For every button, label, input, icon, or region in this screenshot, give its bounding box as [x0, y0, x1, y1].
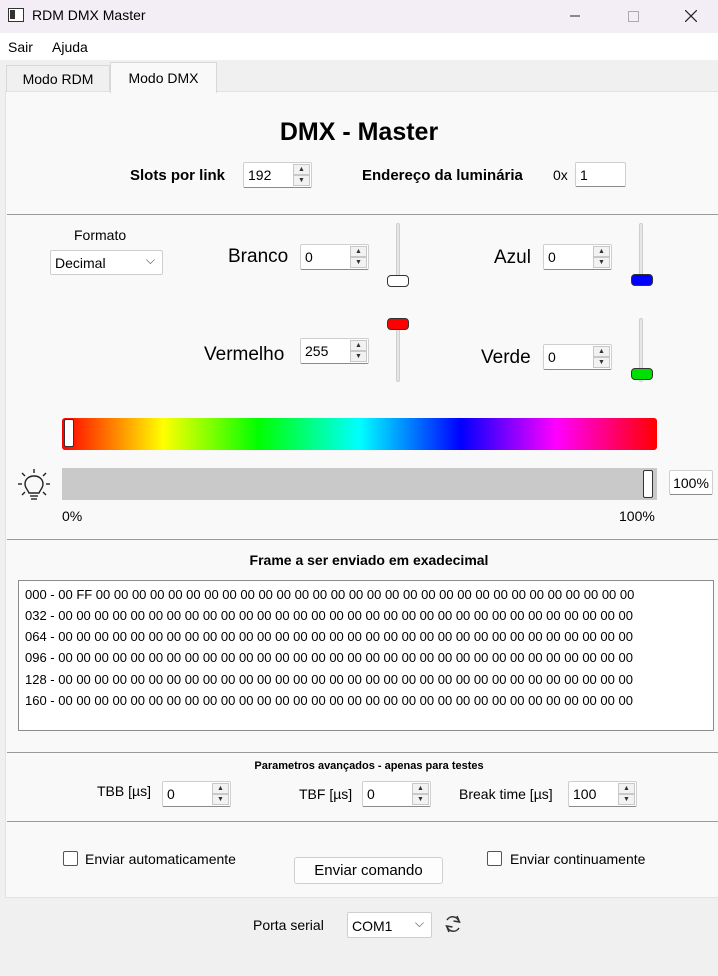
hex-line: 032 - 00 00 00 00 00 00 00 00 00 00 00 0…	[25, 608, 633, 623]
address-prefix: 0x	[553, 167, 568, 183]
send-command-button[interactable]: Enviar comando	[294, 857, 443, 884]
close-icon	[685, 10, 697, 22]
spin-down-icon[interactable]: ▼	[618, 794, 635, 805]
serial-port-value: COM1	[352, 918, 393, 934]
spin-up-icon[interactable]: ▲	[350, 246, 367, 257]
menu-ajuda[interactable]: Ajuda	[52, 39, 88, 55]
spin-up-icon[interactable]: ▲	[350, 340, 367, 351]
menu-bar: Sair Ajuda	[0, 33, 718, 60]
tbb-label: TBB [µs]	[97, 783, 151, 799]
refresh-icon[interactable]	[443, 914, 463, 934]
tbf-label: TBF [µs]	[299, 786, 353, 802]
close-button[interactable]	[668, 0, 714, 32]
spin-down-icon[interactable]: ▼	[412, 794, 429, 805]
green-slider-handle[interactable]	[631, 368, 653, 380]
green-spinbox[interactable]: 0 ▲ ▼	[543, 344, 612, 370]
chevron-down-icon: ⌵	[145, 253, 155, 267]
format-value: Decimal	[55, 255, 106, 271]
app-icon	[8, 8, 24, 22]
intensity-max-label: 100%	[619, 508, 655, 524]
tbf-spinbox[interactable]: 0 ▲ ▼	[362, 781, 431, 807]
maximize-icon	[627, 10, 639, 22]
divider	[7, 752, 718, 753]
advanced-title: Parametros avançados - apenas para teste…	[254, 760, 484, 772]
spin-up-icon[interactable]: ▲	[593, 246, 610, 257]
format-label: Formato	[74, 227, 127, 243]
spin-down-icon[interactable]: ▼	[350, 351, 367, 362]
break-spinbox[interactable]: 100 ▲ ▼	[568, 781, 637, 807]
hex-line: 000 - 00 FF 00 00 00 00 00 00 00 00 00 0…	[25, 587, 635, 602]
auto-send-checkbox[interactable]	[63, 851, 78, 866]
hue-slider[interactable]	[62, 418, 657, 450]
frame-hex-view[interactable]: 000 - 00 FF 00 00 00 00 00 00 00 00 00 0…	[18, 580, 714, 731]
hex-line: 096 - 00 00 00 00 00 00 00 00 00 00 00 0…	[25, 650, 633, 665]
auto-send-label[interactable]: Enviar automaticamente	[85, 851, 236, 867]
spin-down-icon[interactable]: ▼	[593, 257, 610, 268]
spin-down-icon[interactable]: ▼	[350, 257, 367, 268]
tab-strip: Modo RDM Modo DMX	[0, 60, 718, 93]
serial-port-select[interactable]: COM1 ⌵	[347, 912, 432, 938]
break-label: Break time [µs]	[459, 786, 553, 802]
red-value: 255	[305, 343, 329, 359]
intensity-input[interactable]: 100%	[669, 470, 713, 495]
intensity-slider-handle[interactable]	[643, 470, 653, 498]
menu-sair[interactable]: Sair	[8, 39, 33, 55]
tbb-spinbox[interactable]: 0 ▲ ▼	[162, 781, 231, 807]
address-label: Endereço da luminária	[362, 167, 523, 184]
white-slider-handle[interactable]	[387, 275, 409, 287]
tab-modo-rdm[interactable]: Modo RDM	[6, 65, 110, 92]
blue-label: Azul	[494, 247, 531, 268]
slots-value: 192	[248, 167, 272, 183]
title-bar: RDM DMX Master	[0, 0, 718, 32]
window-title: RDM DMX Master	[32, 7, 146, 23]
green-value: 0	[548, 349, 556, 365]
tab-modo-dmx[interactable]: Modo DMX	[110, 62, 217, 93]
spin-down-icon[interactable]: ▼	[593, 357, 610, 368]
frame-title: Frame a ser enviado em exadecimal	[249, 552, 489, 568]
maximize-button[interactable]	[610, 0, 656, 32]
spin-up-icon[interactable]: ▲	[412, 783, 429, 794]
address-input[interactable]: 1	[575, 162, 626, 187]
tbf-value: 0	[367, 786, 375, 802]
break-value: 100	[573, 786, 597, 802]
white-spinbox[interactable]: 0 ▲ ▼	[300, 244, 369, 270]
continuous-send-checkbox[interactable]	[487, 851, 502, 866]
red-label: Vermelho	[204, 344, 285, 365]
chevron-down-icon: ⌵	[414, 916, 424, 930]
white-value: 0	[305, 249, 313, 265]
blue-value: 0	[548, 249, 556, 265]
hue-slider-handle[interactable]	[64, 419, 74, 447]
format-select[interactable]: Decimal ⌵	[50, 250, 163, 275]
intensity-slider[interactable]	[62, 468, 657, 500]
slots-label: Slots por link	[130, 167, 226, 184]
minimize-icon	[570, 15, 580, 17]
divider	[7, 539, 718, 540]
hex-line: 160 - 00 00 00 00 00 00 00 00 00 00 00 0…	[25, 693, 633, 708]
blue-spinbox[interactable]: 0 ▲ ▼	[543, 244, 612, 270]
spin-up-icon[interactable]: ▲	[618, 783, 635, 794]
hex-line: 064 - 00 00 00 00 00 00 00 00 00 00 00 0…	[25, 629, 633, 644]
red-spinbox[interactable]: 255 ▲ ▼	[300, 338, 369, 364]
intensity-min-label: 0%	[62, 508, 83, 524]
white-slider-track[interactable]	[396, 223, 400, 283]
slots-spinbox[interactable]: 192 ▲ ▼	[243, 162, 312, 188]
light-bulb-icon	[18, 469, 50, 500]
page-title: DMX - Master	[279, 118, 439, 146]
serial-port-label: Porta serial	[253, 917, 324, 933]
divider	[7, 821, 718, 822]
blue-slider-handle[interactable]	[631, 274, 653, 286]
spin-up-icon[interactable]: ▲	[593, 346, 610, 357]
white-label: Branco	[228, 246, 289, 267]
minimize-button[interactable]	[552, 0, 598, 32]
green-label: Verde	[481, 347, 531, 368]
continuous-send-label[interactable]: Enviar continuamente	[510, 851, 645, 867]
spin-down-icon[interactable]: ▼	[212, 794, 229, 805]
spin-down-icon[interactable]: ▼	[293, 175, 310, 186]
red-slider-handle[interactable]	[387, 318, 409, 330]
tbb-value: 0	[167, 786, 175, 802]
spin-up-icon[interactable]: ▲	[212, 783, 229, 794]
hex-line: 128 - 00 00 00 00 00 00 00 00 00 00 00 0…	[25, 672, 633, 687]
spin-up-icon[interactable]: ▲	[293, 164, 310, 175]
divider	[7, 214, 718, 215]
